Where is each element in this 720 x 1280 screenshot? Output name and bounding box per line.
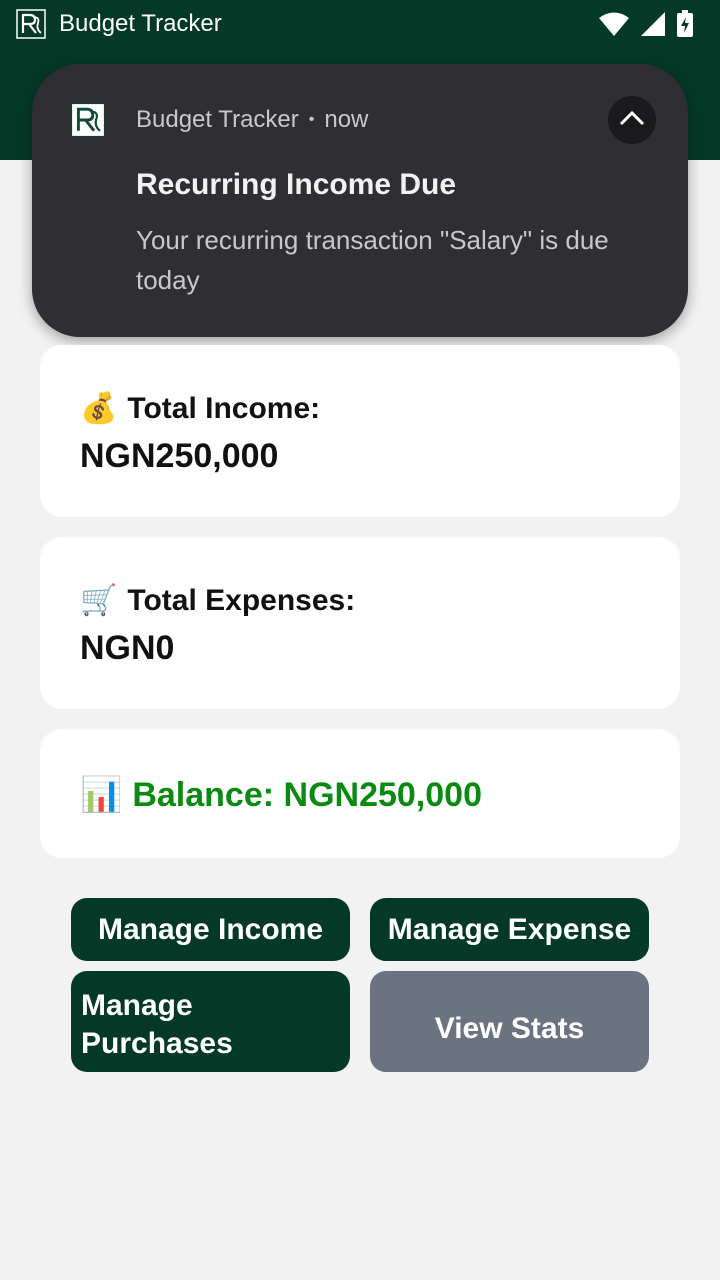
income-card: 💰 Total Income: NGN250,000: [40, 345, 680, 517]
battery-charging-icon: [676, 10, 694, 38]
manage-expense-button[interactable]: Manage Expense: [370, 898, 649, 961]
status-icons: [598, 10, 704, 38]
signal-icon: [640, 11, 666, 37]
collapse-notification-button[interactable]: [608, 96, 656, 144]
status-bar: Budget Tracker: [0, 0, 720, 48]
notification-app-name: Budget Tracker: [136, 106, 299, 133]
notification-card[interactable]: Budget Tracker • now Recurring Income Du…: [32, 64, 688, 337]
status-bar-app-name: Budget Tracker: [59, 10, 222, 37]
wifi-icon: [598, 11, 630, 37]
expenses-card: 🛒 Total Expenses: NGN0: [40, 537, 680, 709]
expenses-label: Total Expenses:: [127, 583, 356, 617]
balance-label-row: 📊 Balance: NGN250,000: [80, 775, 482, 815]
app-logo-icon: [70, 102, 106, 138]
manage-income-button[interactable]: Manage Income: [71, 898, 350, 961]
app-logo-icon: [16, 9, 46, 39]
income-value: NGN250,000: [80, 437, 279, 475]
view-stats-button[interactable]: View Stats: [370, 971, 649, 1072]
shopping-cart-icon: 🛒: [80, 584, 118, 617]
notification-header: Budget Tracker • now: [136, 106, 368, 134]
income-label: Total Income:: [127, 391, 321, 425]
balance-card: 📊 Balance: NGN250,000: [40, 729, 680, 858]
expenses-value: NGN0: [80, 629, 175, 667]
expenses-label-row: 🛒 Total Expenses:: [80, 583, 355, 618]
separator-dot: •: [308, 111, 315, 128]
income-label-row: 💰 Total Income:: [80, 391, 320, 426]
notification-body: Your recurring transaction "Salary" is d…: [136, 225, 609, 295]
notification-time: now: [324, 106, 369, 133]
balance-label: Balance: NGN250,000: [132, 775, 482, 814]
notification-title: Recurring Income Due: [136, 168, 457, 201]
manage-purchases-button[interactable]: Manage Purchases: [71, 971, 350, 1072]
chevron-up-icon: [619, 110, 645, 131]
bar-chart-icon: 📊: [80, 776, 123, 814]
money-bag-icon: 💰: [80, 392, 118, 425]
